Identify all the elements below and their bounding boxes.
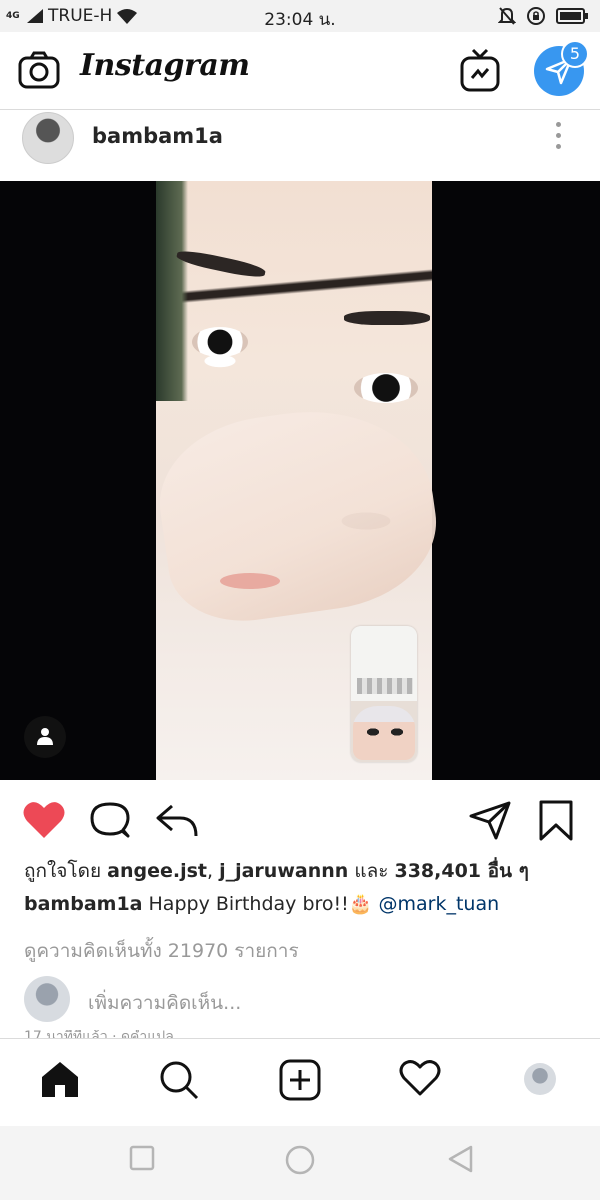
tagged-users-button[interactable] bbox=[24, 716, 66, 758]
camera-button[interactable] bbox=[18, 50, 60, 94]
send-icon bbox=[469, 801, 511, 840]
caption-text: Happy Birthday bro!!🎂 bbox=[142, 893, 379, 915]
activity-heart-icon bbox=[399, 1060, 441, 1096]
likes-summary[interactable]: ถูกใจโดย angee.jst, j_jaruwannn และ 338,… bbox=[24, 856, 584, 886]
mute-icon bbox=[498, 7, 516, 25]
caption-username[interactable]: bambam1a bbox=[24, 893, 142, 915]
app-header: Instagram 5 bbox=[0, 32, 600, 110]
liker-username[interactable]: angee.jst bbox=[107, 860, 207, 882]
post-author-username[interactable]: bambam1a bbox=[92, 124, 223, 148]
save-bookmark-icon bbox=[539, 800, 573, 841]
status-right bbox=[498, 6, 588, 26]
battery-icon bbox=[556, 8, 588, 24]
igtv-button[interactable] bbox=[460, 48, 500, 96]
profile-avatar[interactable] bbox=[524, 1063, 556, 1095]
liker-username[interactable]: j_jaruwannn bbox=[219, 860, 348, 882]
post-options-button[interactable] bbox=[556, 122, 564, 155]
like-button[interactable] bbox=[22, 800, 66, 844]
direct-unread-badge: 5 bbox=[561, 40, 589, 68]
post-caption: bambam1a Happy Birthday bro!!🎂 @mark_tua… bbox=[24, 892, 584, 915]
add-comment-input[interactable]: เพิ่มความคิดเห็น... bbox=[88, 988, 241, 1018]
post-timestamp: 17 นาทีที่แล้ว · ดูคำแปล bbox=[24, 1030, 174, 1038]
post-header: bambam1a bbox=[0, 110, 600, 180]
view-all-comments-link[interactable]: ดูความคิดเห็นทั้ง 21970 รายการ bbox=[24, 936, 299, 966]
back-system-button[interactable] bbox=[446, 1144, 476, 1178]
like-heart-icon bbox=[23, 802, 65, 838]
nav-search[interactable] bbox=[158, 1059, 200, 1105]
comment-button[interactable] bbox=[88, 800, 132, 844]
instagram-logo: Instagram bbox=[80, 48, 250, 83]
home-circle-icon bbox=[285, 1145, 315, 1175]
bottom-navigation bbox=[0, 1038, 600, 1126]
person-icon bbox=[37, 728, 53, 745]
status-bar: 4G TRUE-H 23:04 น. bbox=[0, 0, 600, 32]
send-button[interactable] bbox=[468, 800, 512, 844]
nav-new-post[interactable] bbox=[279, 1059, 321, 1105]
igtv-icon bbox=[460, 48, 500, 92]
add-post-icon bbox=[279, 1059, 321, 1101]
save-button[interactable] bbox=[538, 800, 574, 846]
post-actions bbox=[0, 780, 600, 856]
share-button[interactable] bbox=[154, 800, 200, 844]
post-author-avatar[interactable] bbox=[22, 112, 74, 164]
nav-activity[interactable] bbox=[399, 1059, 441, 1101]
system-navigation bbox=[0, 1126, 600, 1200]
recent-apps-icon bbox=[129, 1145, 155, 1171]
nav-home[interactable] bbox=[40, 1059, 80, 1103]
comment-icon bbox=[90, 802, 130, 838]
video-call-preview bbox=[351, 626, 417, 762]
caption-mention[interactable]: @mark_tuan bbox=[378, 893, 499, 915]
post-media[interactable] bbox=[0, 181, 600, 780]
home-icon bbox=[42, 1062, 78, 1097]
camera-icon bbox=[18, 51, 60, 89]
alarm-lock-icon bbox=[527, 7, 545, 25]
share-icon bbox=[156, 804, 198, 837]
recent-apps-button[interactable] bbox=[128, 1144, 156, 1176]
add-comment-row[interactable]: เพิ่มความคิดเห็น... bbox=[0, 974, 600, 1028]
likes-count[interactable]: 338,401 อื่น ๆ bbox=[394, 860, 528, 882]
search-icon bbox=[160, 1061, 199, 1100]
current-user-avatar bbox=[24, 976, 70, 1022]
home-system-button[interactable] bbox=[284, 1144, 316, 1180]
more-dots-icon bbox=[556, 122, 561, 127]
likes-prefix: ถูกใจโดย bbox=[24, 860, 108, 882]
back-icon bbox=[448, 1145, 473, 1173]
